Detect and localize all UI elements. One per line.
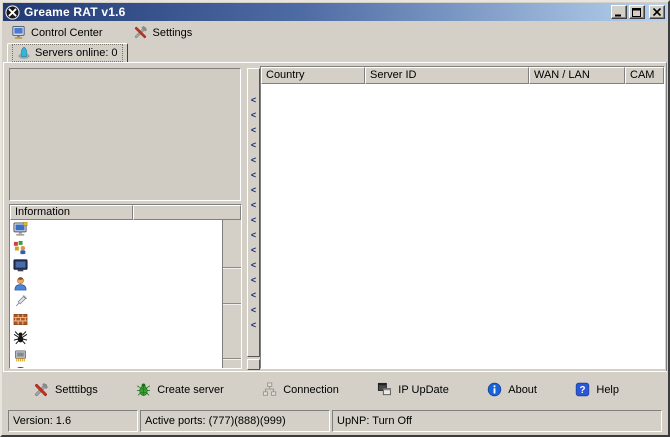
status-version: Version: 1.6 <box>8 410 138 432</box>
ip-update-button[interactable]: IP UpDate <box>377 382 449 397</box>
help-label: Help <box>596 384 619 396</box>
splitter-chevron: < <box>251 213 256 228</box>
alert-icon[interactable] <box>13 366 28 369</box>
control-center-label: Control Center <box>31 27 103 39</box>
splitter-chevron: < <box>251 168 256 183</box>
splitter-chevron: < <box>251 153 256 168</box>
splitter-chevron: < <box>251 198 256 213</box>
minimize-icon <box>614 8 624 17</box>
close-icon <box>652 8 662 17</box>
splitter-chevron: < <box>251 273 256 288</box>
splitter-chevron: < <box>251 93 256 108</box>
compass-x-icon <box>5 5 20 20</box>
user-icon[interactable] <box>13 276 28 291</box>
server-list: Country Server ID WAN / LAN CAM <box>260 66 665 369</box>
chip-icon[interactable] <box>13 348 28 363</box>
splitter-stub <box>247 359 260 370</box>
information-list: Information <box>9 204 242 369</box>
splitter-chevron: < <box>251 123 256 138</box>
about-label: About <box>508 384 537 396</box>
status-bar: Version: 1.6 Active ports: (777)(888)(99… <box>3 408 667 434</box>
computer-icon[interactable] <box>13 222 28 237</box>
tab-page: Information <box>3 62 667 371</box>
settings-label: Settings <box>153 27 193 39</box>
bug-icon <box>136 382 151 397</box>
splitter-chevron: < <box>251 228 256 243</box>
crossed-tools-icon <box>133 25 148 40</box>
bottom-toolbar: Setttibgs Create server Connection IP Up… <box>3 371 667 407</box>
syringe-icon[interactable] <box>13 294 28 309</box>
information-icon-column <box>13 222 28 369</box>
tab-bar: Servers online: 0 <box>7 43 128 63</box>
title-bar: Greame RAT v1.6 <box>3 3 667 21</box>
splitter-chevron: < <box>251 288 256 303</box>
preview-panel <box>9 68 241 201</box>
collapse-splitter-button[interactable]: < < < < < < < < < < < < < < < < <box>247 68 260 357</box>
connection-button[interactable]: Connection <box>262 382 339 397</box>
status-upnp: UpNP: Turn Off <box>332 410 662 432</box>
connection-label: Connection <box>283 384 339 396</box>
firewall-icon[interactable] <box>13 312 28 327</box>
server-list-header: Country Server ID WAN / LAN CAM <box>261 67 664 84</box>
window-title: Greame RAT v1.6 <box>24 5 126 19</box>
information-list-header: Information <box>10 205 241 220</box>
close-button[interactable] <box>649 5 665 19</box>
information-column-header[interactable]: Information <box>10 205 133 220</box>
scrollbar-thumb[interactable] <box>223 268 241 304</box>
ip-update-label: IP UpDate <box>398 384 449 396</box>
minimize-button[interactable] <box>611 5 627 19</box>
splitter-chevron: < <box>251 138 256 153</box>
tab-servers-online[interactable]: Servers online: 0 <box>7 43 128 63</box>
splitter-chevron: < <box>251 258 256 273</box>
info-icon <box>487 382 502 397</box>
column-header-cam[interactable]: CAM <box>625 67 664 84</box>
monitor-icon <box>11 25 26 40</box>
column-header-country[interactable]: Country <box>261 67 365 84</box>
information-column-header-empty[interactable] <box>133 205 241 220</box>
column-header-server-id[interactable]: Server ID <box>365 67 529 84</box>
help-icon: ? <box>575 382 590 397</box>
tab-label: Servers online: 0 <box>35 47 118 59</box>
status-active-ports: Active ports: (777)(888)(999) <box>140 410 330 432</box>
splitter-chevron: < <box>251 183 256 198</box>
column-header-wan-lan[interactable]: WAN / LAN <box>529 67 625 84</box>
splitter-chevron: < <box>251 303 256 318</box>
software-blocks-icon[interactable] <box>13 240 28 255</box>
create-server-button[interactable]: Create server <box>136 382 224 397</box>
window-controls <box>611 5 665 19</box>
spider-icon[interactable] <box>13 330 28 345</box>
windows-update-icon <box>377 382 392 397</box>
gem-globe-icon <box>17 46 31 60</box>
splitter-chevron: < <box>251 108 256 123</box>
maximize-button[interactable] <box>629 5 645 19</box>
screen-icon[interactable] <box>13 258 28 273</box>
control-center-button[interactable]: Control Center <box>9 24 105 41</box>
app-window: Greame RAT v1.6 Control Center Setting <box>0 0 670 437</box>
about-button[interactable]: About <box>487 382 537 397</box>
splitter-chevron: < <box>251 243 256 258</box>
crossed-tools-icon <box>33 382 49 398</box>
settings-button[interactable]: Settings <box>131 24 195 41</box>
settings-bottom-label: Setttibgs <box>55 384 98 396</box>
settings-bottom-button[interactable]: Setttibgs <box>33 382 98 398</box>
svg-text:?: ? <box>580 385 586 396</box>
network-icon <box>262 382 277 397</box>
help-button[interactable]: ? Help <box>575 382 619 397</box>
create-server-label: Create server <box>157 384 224 396</box>
maximize-icon <box>632 8 642 17</box>
information-scrollbar[interactable] <box>222 220 241 368</box>
splitter-chevron: < <box>251 318 256 333</box>
top-toolbar: Control Center Settings <box>3 22 667 43</box>
